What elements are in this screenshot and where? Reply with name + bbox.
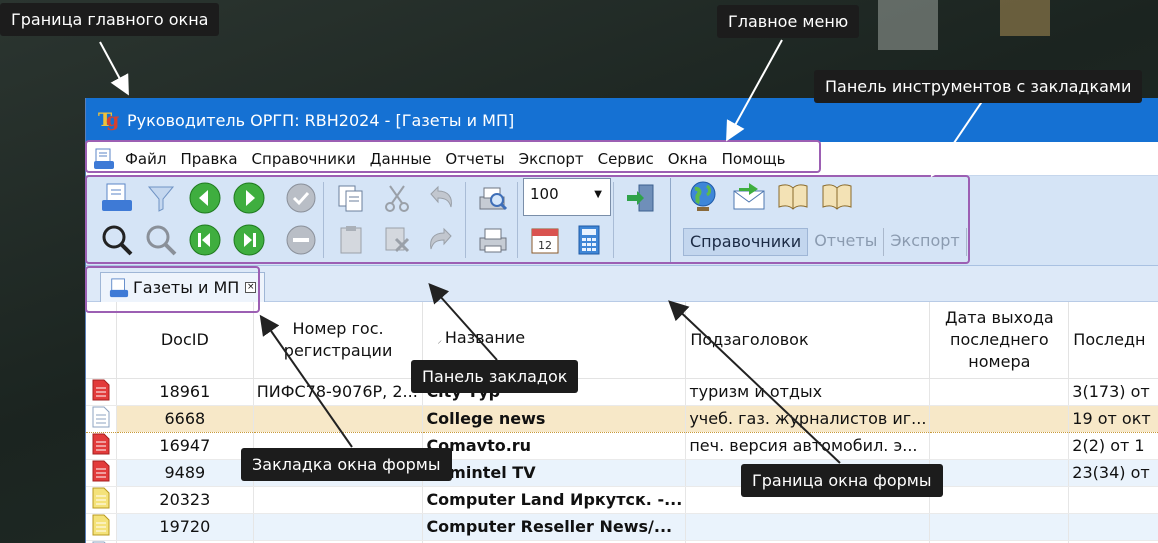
- annotation-toolbar-tabs: Панель инструментов с закладками: [814, 70, 1143, 103]
- annotation-main-window-border: Граница главного окна: [0, 3, 220, 36]
- annotation-bookmark-panel: Панель закладок: [411, 360, 579, 393]
- annotation-form-tab: Закладка окна формы: [241, 448, 452, 481]
- annotation-main-menu: Главное меню: [717, 5, 860, 38]
- annotation-form-border: Граница окна формы: [741, 464, 943, 497]
